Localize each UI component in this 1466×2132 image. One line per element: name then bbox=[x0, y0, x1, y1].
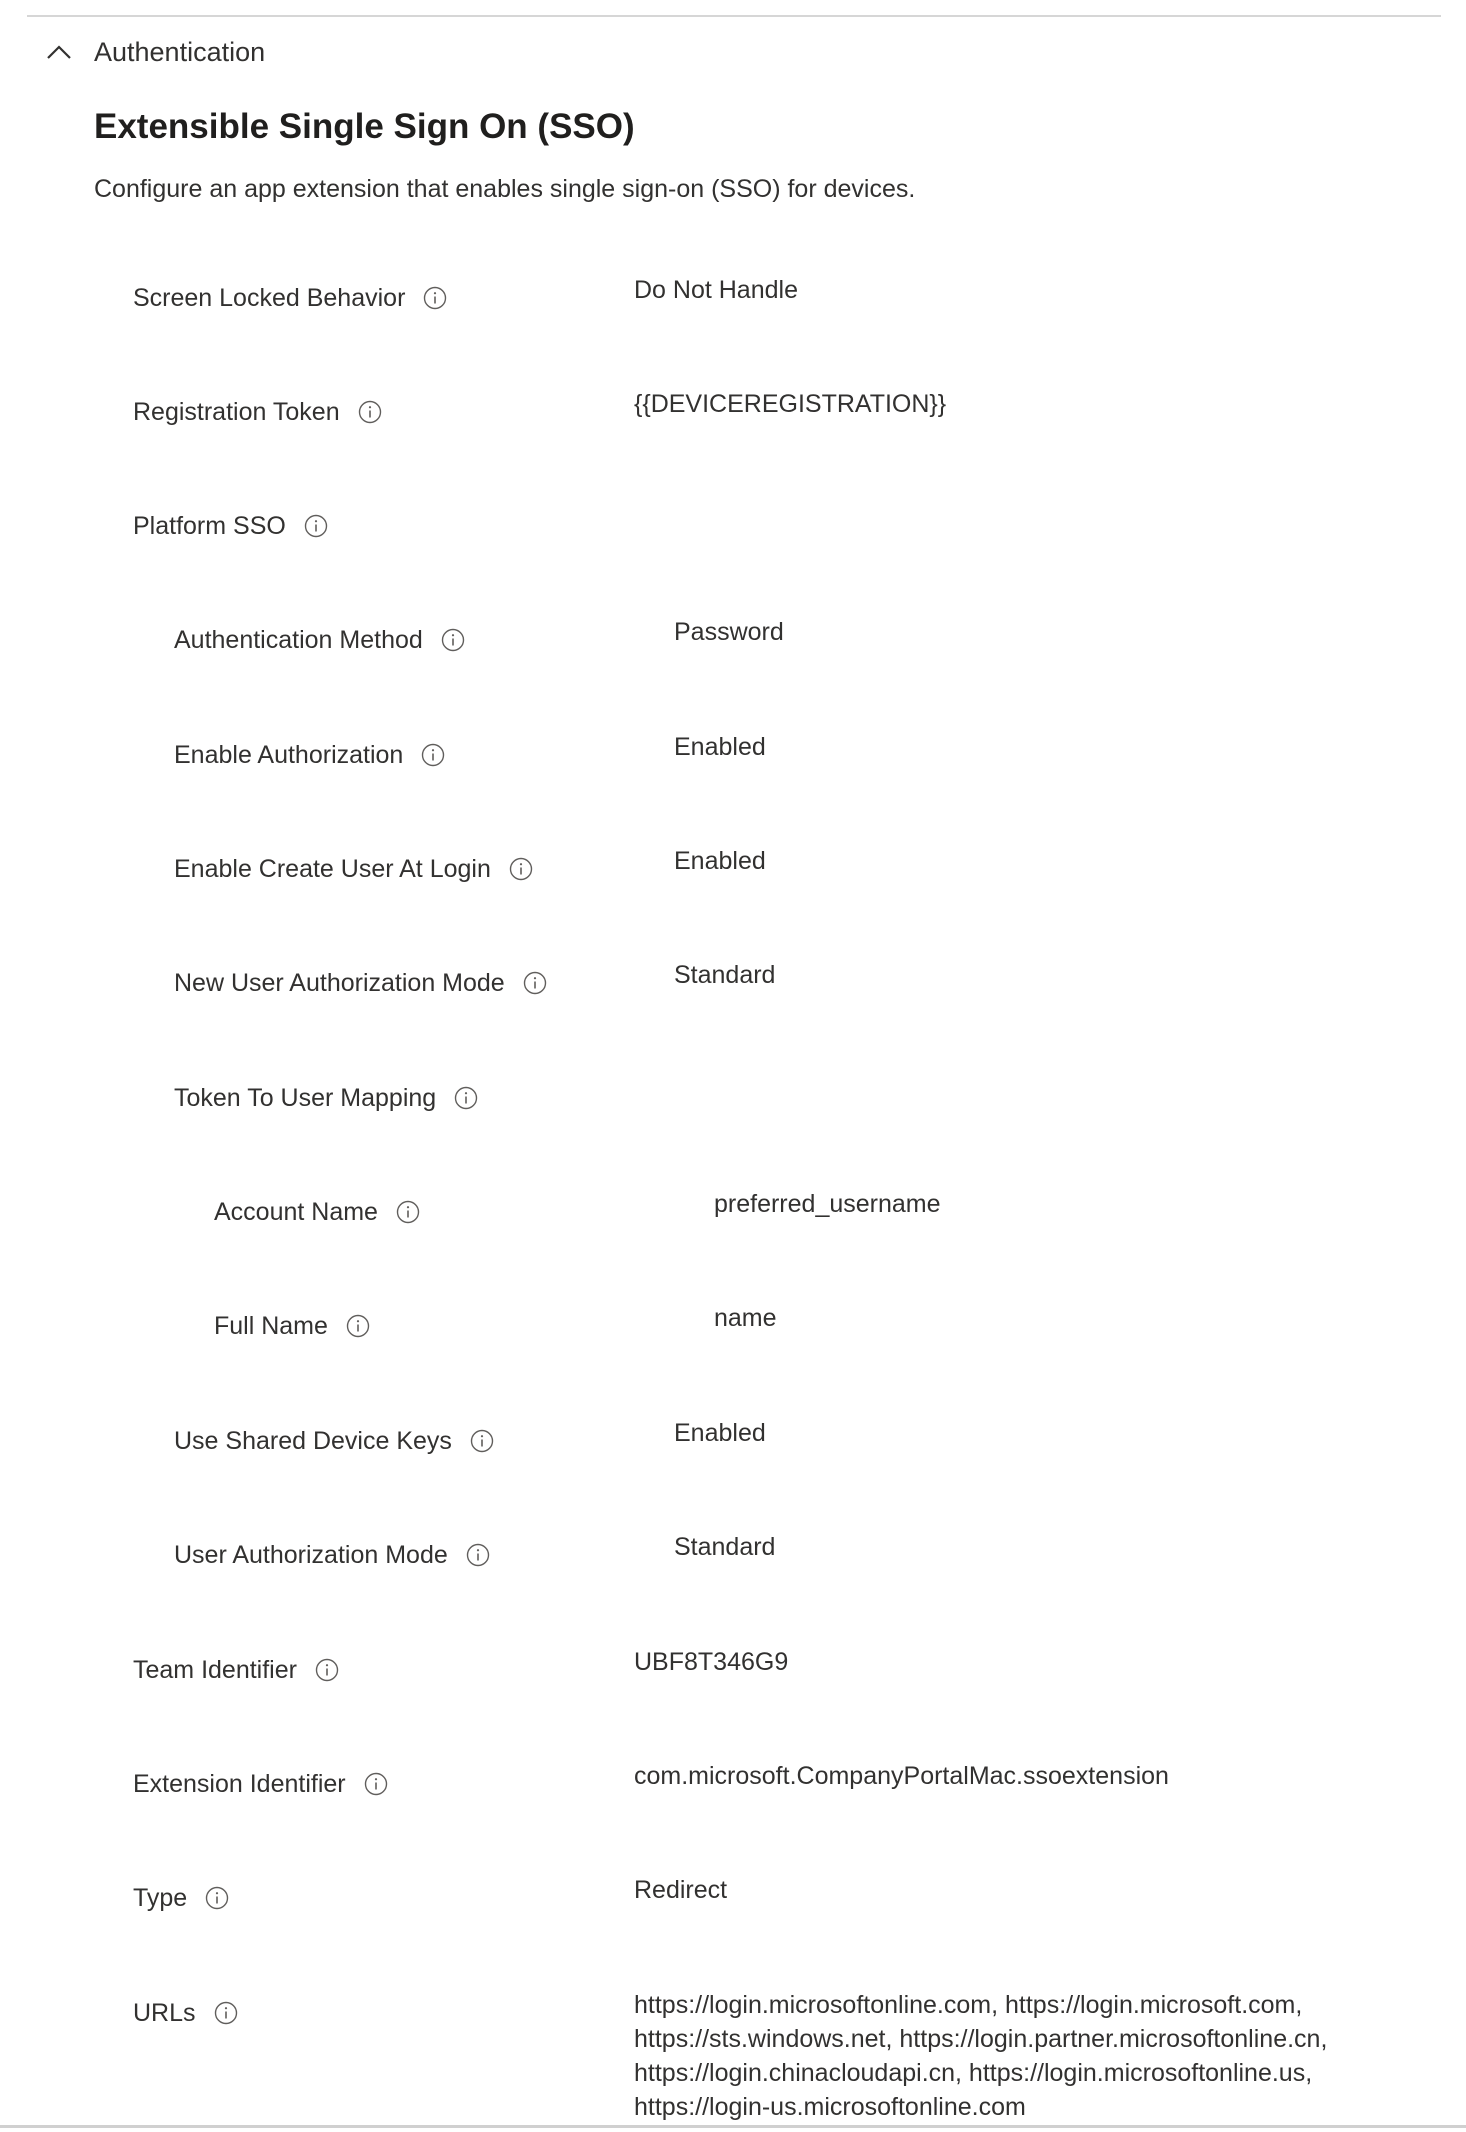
info-icon[interactable] bbox=[205, 1886, 229, 1910]
setting-value: name bbox=[714, 1304, 777, 1332]
setting-label: URLs bbox=[133, 1998, 196, 2027]
setting-label: User Authorization Mode bbox=[174, 1540, 448, 1569]
info-icon[interactable] bbox=[523, 971, 547, 995]
setting-row-user-authorization-mode: User Authorization Mode Standard bbox=[0, 1533, 1466, 1595]
setting-label: Enable Create User At Login bbox=[174, 854, 491, 883]
info-icon[interactable] bbox=[466, 1543, 490, 1567]
info-icon[interactable] bbox=[454, 1086, 478, 1110]
setting-value: {{DEVICEREGISTRATION}} bbox=[634, 390, 947, 418]
setting-label: Platform SSO bbox=[133, 511, 286, 540]
info-icon[interactable] bbox=[441, 628, 465, 652]
setting-row-screen-locked-behavior: Screen Locked Behavior Do Not Handle bbox=[0, 276, 1466, 338]
setting-label: Enable Authorization bbox=[174, 740, 404, 769]
bottom-divider bbox=[0, 2125, 1466, 2128]
setting-label: Registration Token bbox=[133, 397, 340, 426]
setting-label: Full Name bbox=[214, 1311, 328, 1340]
setting-label: Type bbox=[133, 1883, 188, 1912]
setting-value: UBF8T346G9 bbox=[634, 1648, 789, 1676]
setting-value: Enabled bbox=[674, 847, 766, 875]
info-icon[interactable] bbox=[396, 1200, 420, 1224]
setting-label: Team Identifier bbox=[133, 1655, 297, 1684]
setting-value: preferred_username bbox=[714, 1190, 941, 1218]
setting-row-platform-sso: Platform SSO bbox=[0, 506, 1466, 566]
page-description: Configure an app extension that enables … bbox=[94, 175, 916, 203]
section-label: Authentication bbox=[94, 36, 266, 67]
setting-value: Standard bbox=[674, 961, 776, 989]
setting-label: New User Authorization Mode bbox=[174, 968, 505, 997]
info-icon[interactable] bbox=[315, 1658, 339, 1682]
info-icon[interactable] bbox=[358, 400, 382, 424]
setting-row-registration-token: Registration Token {{DEVICEREGISTRATION}… bbox=[0, 390, 1466, 452]
chevron-up-icon bbox=[42, 35, 76, 69]
setting-value: Enabled bbox=[674, 733, 766, 761]
setting-row-enable-create-user-at-login: Enable Create User At Login Enabled bbox=[0, 847, 1466, 909]
setting-row-new-user-authorization-mode: New User Authorization Mode Standard bbox=[0, 961, 1466, 1023]
info-icon[interactable] bbox=[421, 743, 445, 767]
setting-row-token-to-user-mapping: Token To User Mapping bbox=[0, 1078, 1466, 1138]
info-icon[interactable] bbox=[304, 514, 328, 538]
setting-label: Account Name bbox=[214, 1197, 378, 1226]
setting-label: Screen Locked Behavior bbox=[133, 283, 406, 312]
setting-label: Extension Identifier bbox=[133, 1769, 346, 1798]
setting-row-account-name: Account Name preferred_username bbox=[0, 1190, 1466, 1252]
top-divider bbox=[27, 15, 1441, 17]
info-icon[interactable] bbox=[214, 2001, 238, 2025]
setting-value: Standard bbox=[674, 1533, 776, 1561]
setting-value: Enabled bbox=[674, 1419, 766, 1447]
setting-row-urls: URLs https://login.microsoftonline.com, … bbox=[0, 1991, 1466, 2121]
setting-value: Password bbox=[674, 618, 784, 646]
info-icon[interactable] bbox=[423, 286, 447, 310]
info-icon[interactable] bbox=[346, 1314, 370, 1338]
setting-row-enable-authorization: Enable Authorization Enabled bbox=[0, 733, 1466, 795]
setting-label: Use Shared Device Keys bbox=[174, 1426, 452, 1455]
setting-row-team-identifier: Team Identifier UBF8T346G9 bbox=[0, 1648, 1466, 1710]
info-icon[interactable] bbox=[470, 1429, 494, 1453]
setting-value: com.microsoft.CompanyPortalMac.ssoextens… bbox=[634, 1762, 1169, 1790]
setting-label: Token To User Mapping bbox=[174, 1083, 437, 1112]
page-title: Extensible Single Sign On (SSO) bbox=[94, 107, 635, 146]
setting-row-type: Type Redirect bbox=[0, 1876, 1466, 1938]
setting-row-extension-identifier: Extension Identifier com.microsoft.Compa… bbox=[0, 1762, 1466, 1824]
info-icon[interactable] bbox=[364, 1772, 388, 1796]
setting-label: Authentication Method bbox=[174, 625, 423, 654]
authentication-section-toggle[interactable]: Authentication bbox=[42, 32, 265, 72]
setting-row-use-shared-device-keys: Use Shared Device Keys Enabled bbox=[0, 1419, 1466, 1481]
setting-row-authentication-method: Authentication Method Password bbox=[0, 618, 1466, 680]
setting-value: Redirect bbox=[634, 1876, 728, 1904]
info-icon[interactable] bbox=[509, 857, 533, 881]
setting-value: Do Not Handle bbox=[634, 276, 798, 304]
setting-value-urls: https://login.microsoftonline.com, https… bbox=[634, 1991, 1328, 2121]
setting-row-full-name: Full Name name bbox=[0, 1304, 1466, 1366]
